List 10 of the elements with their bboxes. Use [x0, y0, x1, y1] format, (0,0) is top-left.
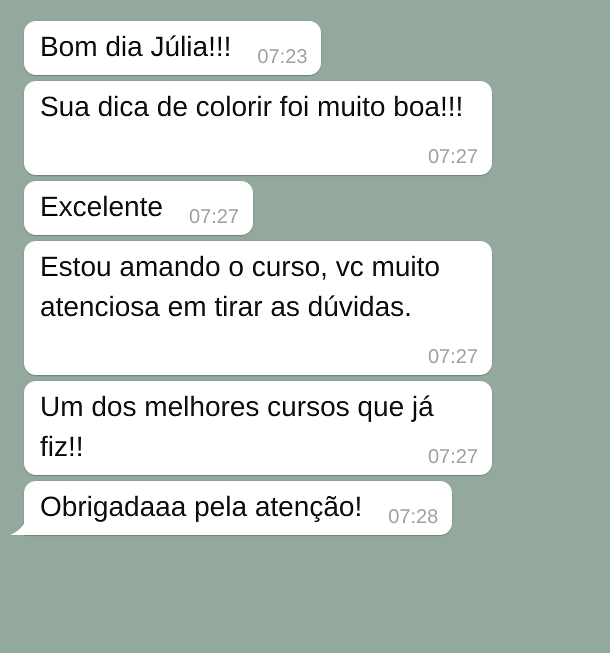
message-text: Obrigadaaa pela atenção!	[40, 491, 362, 522]
message-time: 07:27	[428, 145, 478, 169]
message-time: 07:28	[388, 505, 438, 529]
message-text: Excelente	[40, 191, 163, 222]
message-time: 07:23	[257, 45, 308, 69]
message-time: 07:27	[428, 345, 478, 369]
message-text: Sua dica de colorir foi muito boa!!!	[40, 91, 464, 122]
message-time: 07:27	[188, 205, 240, 229]
message-text: Estou amando o curso, vc muito atenciosa em tirar as dúvidas.	[40, 251, 440, 322]
message-text: Bom dia Júlia!!!	[40, 31, 232, 62]
